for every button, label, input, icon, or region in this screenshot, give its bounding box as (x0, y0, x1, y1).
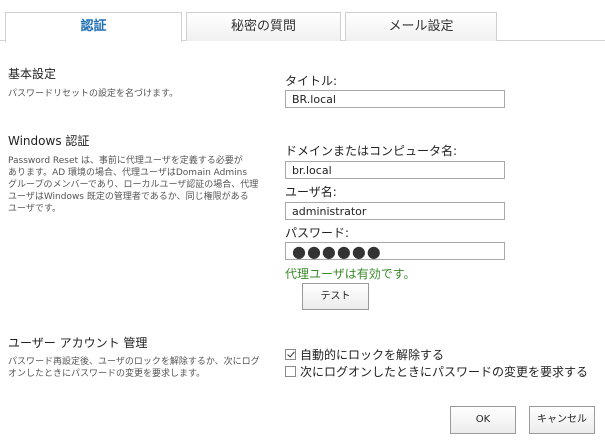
require-password-change-option[interactable]: 次にログオンしたときにパスワードの変更を要求する (285, 364, 589, 379)
auto-unlock-option[interactable]: 自動的にロックを解除する (285, 347, 445, 362)
basic-settings-desc: パスワードリセットの設定を名づけます。 (8, 89, 179, 99)
auto-unlock-label: 自動的にロックを解除する (300, 347, 445, 362)
require-password-change-checkbox[interactable] (285, 365, 296, 377)
windows-auth-desc-line: ユーザです。 (8, 204, 61, 214)
tab-secret-questions[interactable]: 秘密の質問 (186, 12, 341, 41)
windows-auth-desc-line: あります。AD 環境の場合、代理ユーザはDomain Admins (8, 168, 248, 178)
windows-auth-desc-line: グループのメンバーであり、ローカルユーザ認証の場合、代理 (8, 180, 259, 190)
account-control-desc: パスワード再設定後、ユーザのロックを解除するか、次にログ オンしたときにパスワー… (8, 356, 260, 380)
domain-field[interactable]: br.local (285, 161, 505, 179)
windows-auth-desc-line: ユーザはWindows 既定の管理者であるか、同じ権限がある (8, 192, 249, 202)
password-field[interactable]: ●●●●●● (285, 242, 505, 260)
account-control-desc-line: パスワード再設定後、ユーザのロックを解除するか、次にログ (8, 357, 260, 367)
test-button[interactable]: テスト (302, 283, 369, 310)
title-label: タイトル: (285, 74, 338, 88)
cancel-button[interactable]: キャンセル (529, 406, 595, 434)
domain-label: ドメインまたはコンピュータ名: (285, 144, 458, 158)
tab-mail-settings[interactable]: メール設定 (345, 12, 497, 41)
tab-bar: 認証 秘密の質問 メール設定 (0, 0, 605, 44)
password-label: パスワード: (285, 226, 350, 240)
title-field[interactable]: BR.local (285, 90, 505, 108)
auto-unlock-checkbox[interactable] (285, 348, 296, 360)
proxy-user-status: 代理ユーザは有効です。 (285, 267, 416, 281)
account-control-title: ユーザー アカウント 管理 (8, 336, 148, 350)
username-label: ユーザ名: (285, 185, 337, 199)
tab-authentication[interactable]: 認証 (5, 12, 182, 42)
require-password-change-label: 次にログオンしたときにパスワードの変更を要求する (300, 364, 589, 379)
username-field[interactable]: administrator (285, 202, 505, 220)
windows-auth-desc-line: Password Reset は、事前に代理ユーザを定義する必要が (8, 156, 243, 166)
account-control-desc-line: オンしたときにパスワードの変更を要求します。 (8, 369, 206, 379)
basic-settings-title: 基本設定 (8, 67, 57, 81)
ok-button[interactable]: OK (450, 406, 516, 434)
windows-auth-desc: Password Reset は、事前に代理ユーザを定義する必要が あります。A… (8, 155, 258, 215)
windows-auth-title: Windows 認証 (8, 134, 90, 148)
